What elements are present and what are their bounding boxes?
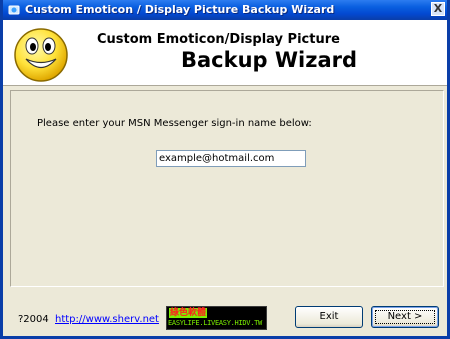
sponsor-banner[interactable]: 綠色軟體 EASYLIFE.LIVEASY.HIDV.TW	[166, 306, 267, 330]
website-link[interactable]: http://www.sherv.net	[55, 314, 159, 325]
wizard-window: Custom Emoticon / Display Picture Backup…	[0, 0, 450, 339]
focus-rectangle	[375, 310, 435, 324]
wizard-header: Custom Emoticon/Display Picture Backup W…	[3, 20, 447, 86]
title-bar[interactable]: Custom Emoticon / Display Picture Backup…	[3, 0, 447, 20]
exit-button[interactable]: Exit	[295, 306, 363, 328]
banner-top-text: 綠色軟體	[169, 308, 208, 318]
signin-prompt: Please enter your MSN Messenger sign-in …	[37, 118, 312, 129]
smiley-icon	[14, 28, 68, 82]
signin-input[interactable]	[156, 150, 306, 167]
close-button[interactable]: X	[431, 2, 445, 16]
window-title: Custom Emoticon / Display Picture Backup…	[25, 3, 335, 16]
copyright-text: ?2004	[18, 314, 49, 325]
next-button[interactable]: Next >	[371, 306, 439, 328]
banner-bottom-text: EASYLIFE.LIVEASY.HIDV.TW	[168, 319, 262, 327]
header-subtitle: Backup Wizard	[181, 48, 358, 72]
header-title: Custom Emoticon/Display Picture	[97, 32, 340, 47]
app-icon	[8, 5, 20, 15]
